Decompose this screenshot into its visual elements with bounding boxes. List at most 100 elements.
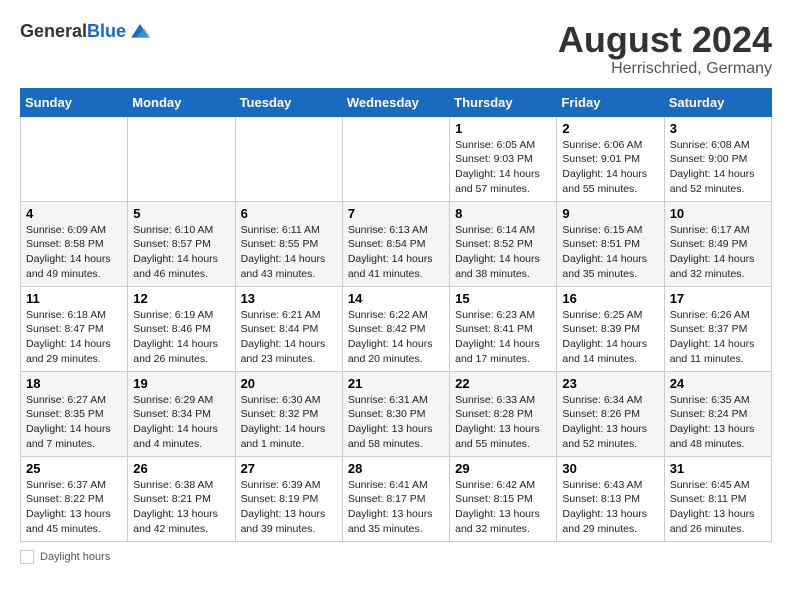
weekday-header-sunday: Sunday (21, 88, 128, 116)
week-row-4: 18Sunrise: 6:27 AM Sunset: 8:35 PM Dayli… (21, 371, 772, 456)
day-info: Sunrise: 6:37 AM Sunset: 8:22 PM Dayligh… (26, 478, 122, 537)
day-info: Sunrise: 6:17 AM Sunset: 8:49 PM Dayligh… (670, 223, 766, 282)
weekday-header-saturday: Saturday (664, 88, 771, 116)
calendar-cell: 22Sunrise: 6:33 AM Sunset: 8:28 PM Dayli… (450, 371, 557, 456)
calendar-cell: 28Sunrise: 6:41 AM Sunset: 8:17 PM Dayli… (342, 456, 449, 541)
calendar-cell: 18Sunrise: 6:27 AM Sunset: 8:35 PM Dayli… (21, 371, 128, 456)
calendar-cell (235, 116, 342, 201)
calendar-cell: 8 Sunrise: 6:14 AM Sunset: 8:52 PM Daylig… (450, 201, 557, 286)
day-info: Sunrise: 6:11 AM Sunset: 8:55 PM Dayligh… (241, 223, 337, 282)
weekday-header-row: SundayMondayTuesdayWednesdayThursdayFrid… (21, 88, 772, 116)
day-number: 12 (133, 291, 229, 306)
day-info: Sunrise: 6:25 AM Sunset: 8:39 PM Dayligh… (562, 308, 658, 367)
calendar-cell: 21Sunrise: 6:31 AM Sunset: 8:30 PM Dayli… (342, 371, 449, 456)
calendar-cell: 3Sunrise: 6:08 AM Sunset: 9:00 PM Daylig… (664, 116, 771, 201)
week-row-5: 25 Sunrise: 6:37 AM Sunset: 8:22 PM Dayli… (21, 456, 772, 541)
day-info: Sunrise: 6:45 AM Sunset: 8:11 PM Dayligh… (670, 478, 766, 537)
weekday-header-monday: Monday (128, 88, 235, 116)
day-info: Sunrise: 6:18 AM Sunset: 8:47 PM Dayligh… (26, 308, 122, 367)
day-number: 23 (562, 376, 658, 391)
day-number: 2 (562, 121, 658, 136)
day-number: 15 (455, 291, 551, 306)
day-info: Sunrise: 6:22 AM Sunset: 8:42 PM Dayligh… (348, 308, 444, 367)
day-number: 21 (348, 376, 444, 391)
calendar-cell: 14Sunrise: 6:22 AM Sunset: 8:42 PM Dayli… (342, 286, 449, 371)
weekday-header-tuesday: Tuesday (235, 88, 342, 116)
logo-blue: Blue (87, 21, 126, 41)
day-info: Sunrise: 6:29 AM Sunset: 8:34 PM Dayligh… (133, 393, 229, 452)
weekday-header-wednesday: Wednesday (342, 88, 449, 116)
footer-box (20, 550, 34, 564)
logo-icon (128, 20, 152, 44)
month-title: August 2024 (558, 20, 772, 60)
day-info: Sunrise: 6:38 AM Sunset: 8:21 PM Dayligh… (133, 478, 229, 537)
calendar-cell: 9 Sunrise: 6:15 AM Sunset: 8:51 PM Daylig… (557, 201, 664, 286)
day-number: 1 (455, 121, 551, 136)
calendar-cell: 12 Sunrise: 6:19 AM Sunset: 8:46 PM Dayli… (128, 286, 235, 371)
day-number: 25 (26, 461, 122, 476)
calendar-cell: 5Sunrise: 6:10 AM Sunset: 8:57 PM Daylig… (128, 201, 235, 286)
day-number: 24 (670, 376, 766, 391)
calendar-cell: 10 Sunrise: 6:17 AM Sunset: 8:49 PM Dayli… (664, 201, 771, 286)
day-info: Sunrise: 6:06 AM Sunset: 9:01 PM Dayligh… (562, 138, 658, 197)
day-info: Sunrise: 6:34 AM Sunset: 8:26 PM Dayligh… (562, 393, 658, 452)
day-info: Sunrise: 6:13 AM Sunset: 8:54 PM Dayligh… (348, 223, 444, 282)
calendar-cell: 23 Sunrise: 6:34 AM Sunset: 8:26 PM Dayli… (557, 371, 664, 456)
calendar-table: SundayMondayTuesdayWednesdayThursdayFrid… (20, 88, 772, 542)
day-info: Sunrise: 6:43 AM Sunset: 8:13 PM Dayligh… (562, 478, 658, 537)
footer-label: Daylight hours (40, 551, 110, 563)
day-info: Sunrise: 6:30 AM Sunset: 8:32 PM Dayligh… (241, 393, 337, 452)
calendar-cell: 31 Sunrise: 6:45 AM Sunset: 8:11 PM Dayli… (664, 456, 771, 541)
day-info: Sunrise: 6:19 AM Sunset: 8:46 PM Dayligh… (133, 308, 229, 367)
page-header: GeneralBlue August 2024 Herrischried, Ge… (20, 20, 772, 78)
footer: Daylight hours (20, 550, 772, 564)
day-number: 26 (133, 461, 229, 476)
calendar-cell: 20 Sunrise: 6:30 AM Sunset: 8:32 PM Dayli… (235, 371, 342, 456)
day-number: 5 (133, 206, 229, 221)
day-number: 11 (26, 291, 122, 306)
day-info: Sunrise: 6:42 AM Sunset: 8:15 PM Dayligh… (455, 478, 551, 537)
calendar-cell: 25 Sunrise: 6:37 AM Sunset: 8:22 PM Dayli… (21, 456, 128, 541)
day-number: 20 (241, 376, 337, 391)
day-number: 6 (241, 206, 337, 221)
week-row-3: 11 Sunrise: 6:18 AM Sunset: 8:47 PM Dayli… (21, 286, 772, 371)
week-row-1: 1Sunrise: 6:05 AM Sunset: 9:03 PM Daylig… (21, 116, 772, 201)
calendar-cell: 7 Sunrise: 6:13 AM Sunset: 8:54 PM Daylig… (342, 201, 449, 286)
day-number: 19 (133, 376, 229, 391)
calendar-cell: 11 Sunrise: 6:18 AM Sunset: 8:47 PM Dayli… (21, 286, 128, 371)
location: Herrischried, Germany (558, 60, 772, 78)
day-number: 29 (455, 461, 551, 476)
day-number: 13 (241, 291, 337, 306)
week-row-2: 4 Sunrise: 6:09 AM Sunset: 8:58 PM Daylig… (21, 201, 772, 286)
day-number: 9 (562, 206, 658, 221)
day-number: 31 (670, 461, 766, 476)
day-info: Sunrise: 6:23 AM Sunset: 8:41 PM Dayligh… (455, 308, 551, 367)
title-block: August 2024 Herrischried, Germany (558, 20, 772, 78)
calendar-cell (21, 116, 128, 201)
day-number: 7 (348, 206, 444, 221)
day-info: Sunrise: 6:26 AM Sunset: 8:37 PM Dayligh… (670, 308, 766, 367)
day-info: Sunrise: 6:15 AM Sunset: 8:51 PM Dayligh… (562, 223, 658, 282)
day-number: 17 (670, 291, 766, 306)
logo-general: General (20, 21, 87, 41)
day-number: 10 (670, 206, 766, 221)
calendar-cell: 30Sunrise: 6:43 AM Sunset: 8:13 PM Dayli… (557, 456, 664, 541)
day-info: Sunrise: 6:08 AM Sunset: 9:00 PM Dayligh… (670, 138, 766, 197)
calendar-cell: 29 Sunrise: 6:42 AM Sunset: 8:15 PM Dayli… (450, 456, 557, 541)
calendar-cell (128, 116, 235, 201)
weekday-header-friday: Friday (557, 88, 664, 116)
calendar-cell: 24Sunrise: 6:35 AM Sunset: 8:24 PM Dayli… (664, 371, 771, 456)
day-number: 28 (348, 461, 444, 476)
day-number: 27 (241, 461, 337, 476)
day-info: Sunrise: 6:14 AM Sunset: 8:52 PM Dayligh… (455, 223, 551, 282)
day-info: Sunrise: 6:27 AM Sunset: 8:35 PM Dayligh… (26, 393, 122, 452)
day-info: Sunrise: 6:09 AM Sunset: 8:58 PM Dayligh… (26, 223, 122, 282)
day-number: 4 (26, 206, 122, 221)
calendar-cell: 26 Sunrise: 6:38 AM Sunset: 8:21 PM Dayli… (128, 456, 235, 541)
logo: GeneralBlue (20, 20, 152, 44)
day-number: 22 (455, 376, 551, 391)
calendar-cell: 13Sunrise: 6:21 AM Sunset: 8:44 PM Dayli… (235, 286, 342, 371)
day-number: 8 (455, 206, 551, 221)
calendar-cell (342, 116, 449, 201)
day-info: Sunrise: 6:39 AM Sunset: 8:19 PM Dayligh… (241, 478, 337, 537)
